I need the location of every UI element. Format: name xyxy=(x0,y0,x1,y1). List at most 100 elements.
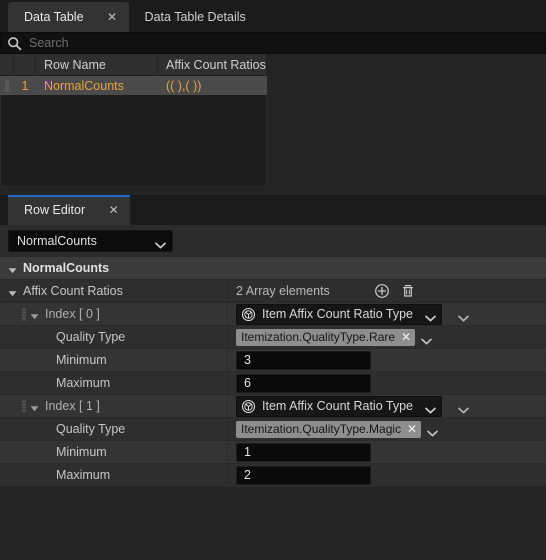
table-row[interactable]: 1 NormalCounts (( ),( )) xyxy=(0,76,267,95)
chevron-down-icon xyxy=(425,311,436,321)
field-row-quality-type[interactable]: Quality Type Itemization.QualityType.Rar… xyxy=(0,326,546,349)
header-grip-column xyxy=(0,53,14,76)
struct-header-label: NormalCounts xyxy=(23,261,110,275)
field-label: Maximum xyxy=(56,468,111,482)
expand-triangle-icon[interactable] xyxy=(30,310,39,319)
cell-affix-count-ratios[interactable]: (( ),( )) xyxy=(158,76,267,95)
field-value-cell: Itemization.QualityType.Rare ✕ xyxy=(228,326,546,348)
array-property-left: Affix Count Ratios xyxy=(0,280,228,302)
array-property-right: 2 Array elements xyxy=(228,280,546,302)
data-table-spacer xyxy=(0,187,546,195)
editor-tab-strip: Data Table ✕ Data Table Details xyxy=(0,0,546,32)
tab-data-table-details[interactable]: Data Table Details xyxy=(129,2,264,32)
data-table-panel: Search Row Name Affix Count Ratios 1 Nor… xyxy=(0,32,546,195)
close-icon[interactable]: ✕ xyxy=(106,11,119,24)
array-element-right: Item Affix Count Ratio Type xyxy=(228,395,546,417)
expand-triangle-icon[interactable] xyxy=(8,264,17,273)
array-element-row[interactable]: Index [ 1 ] Item Affix Count Ratio Type xyxy=(0,395,546,418)
row-index: 1 xyxy=(21,78,29,93)
field-value-cell: 6 xyxy=(228,372,546,394)
element-options-chevron-icon[interactable] xyxy=(458,403,469,413)
grip-dots-icon xyxy=(5,79,9,92)
search-input[interactable]: Search xyxy=(0,32,546,54)
gameplay-tag-pill[interactable]: Itemization.QualityType.Magic ✕ xyxy=(236,420,422,438)
column-header-affix-count-ratios[interactable]: Affix Count Ratios xyxy=(158,53,267,76)
chevron-down-icon xyxy=(155,238,166,248)
gameplay-tag-pill[interactable]: Itemization.QualityType.Rare ✕ xyxy=(236,328,416,346)
struct-type-dropdown[interactable]: Item Affix Count Ratio Type xyxy=(236,395,442,417)
chevron-down-icon[interactable] xyxy=(427,426,438,436)
row-selector-value: NormalCounts xyxy=(17,234,97,248)
array-property-label: Affix Count Ratios xyxy=(23,284,123,298)
maximum-input[interactable]: 6 xyxy=(236,373,371,393)
array-property-row[interactable]: Affix Count Ratios 2 Array elements xyxy=(0,280,546,303)
cell-row-name[interactable]: NormalCounts xyxy=(36,76,158,95)
clear-tag-icon[interactable]: ✕ xyxy=(406,423,418,435)
array-element-right: Item Affix Count Ratio Type xyxy=(228,303,546,325)
struct-type-dropdown[interactable]: Item Affix Count Ratio Type xyxy=(236,303,442,325)
clear-tag-icon[interactable]: ✕ xyxy=(400,331,412,343)
data-table-editor-window: Data Table ✕ Data Table Details Search R… xyxy=(0,0,546,560)
row-drag-handle-icon[interactable] xyxy=(0,76,14,95)
chevron-down-icon xyxy=(425,403,436,413)
field-label: Quality Type xyxy=(56,330,126,344)
row-selector-area: NormalCounts xyxy=(0,225,546,257)
expand-triangle-icon[interactable] xyxy=(8,287,17,296)
drag-handle-icon[interactable] xyxy=(22,399,26,413)
tab-row-editor[interactable]: Row Editor ✕ xyxy=(8,195,131,225)
array-element-left: Index [ 0 ] xyxy=(0,303,228,325)
tab-data-table[interactable]: Data Table ✕ xyxy=(8,2,129,32)
gameplay-tag-value: Itemization.QualityType.Magic xyxy=(241,422,402,436)
field-row-minimum[interactable]: Minimum 3 xyxy=(0,349,546,372)
struct-type-label: Item Affix Count Ratio Type xyxy=(262,307,414,321)
column-header-row-name[interactable]: Row Name xyxy=(36,53,158,76)
array-element-index-label: Index [ 0 ] xyxy=(45,307,100,321)
close-icon[interactable]: ✕ xyxy=(107,204,120,217)
field-label-cell: Maximum xyxy=(0,372,228,394)
struct-type-label: Item Affix Count Ratio Type xyxy=(262,399,414,413)
field-value-cell: Itemization.QualityType.Magic ✕ xyxy=(228,418,546,440)
data-table-empty-area xyxy=(0,95,267,187)
field-label: Minimum xyxy=(56,445,107,459)
field-row-maximum[interactable]: Maximum 2 xyxy=(0,464,546,487)
plus-circle-icon[interactable] xyxy=(374,283,390,299)
field-value-cell: 3 xyxy=(228,349,546,371)
field-row-maximum[interactable]: Maximum 6 xyxy=(0,372,546,395)
field-label: Maximum xyxy=(56,376,111,390)
drag-handle-icon[interactable] xyxy=(22,307,26,321)
row-editor-tab-strip: Row Editor ✕ xyxy=(0,195,546,225)
field-label-cell: Minimum xyxy=(0,349,228,371)
details-panel-filler xyxy=(0,487,546,517)
array-element-count: 2 Array elements xyxy=(236,284,330,298)
field-value-cell: 1 xyxy=(228,441,546,463)
expand-triangle-icon[interactable] xyxy=(30,402,39,411)
field-label-cell: Quality Type xyxy=(0,418,228,440)
array-element-row[interactable]: Index [ 0 ] Item Affix Count Ratio Type xyxy=(0,303,546,326)
struct-header-row[interactable]: NormalCounts xyxy=(0,257,546,280)
field-label: Minimum xyxy=(56,353,107,367)
minimum-input[interactable]: 3 xyxy=(236,350,371,370)
minimum-input[interactable]: 1 xyxy=(236,442,371,462)
header-index-column xyxy=(14,53,36,76)
tab-data-table-label: Data Table xyxy=(24,10,84,24)
chevron-down-icon[interactable] xyxy=(421,334,432,344)
field-label-cell: Quality Type xyxy=(0,326,228,348)
field-row-quality-type[interactable]: Quality Type Itemization.QualityType.Mag… xyxy=(0,418,546,441)
struct-header-left: NormalCounts xyxy=(0,257,546,279)
element-options-chevron-icon[interactable] xyxy=(458,311,469,321)
trash-icon[interactable] xyxy=(400,283,416,299)
field-row-minimum[interactable]: Minimum 1 xyxy=(0,441,546,464)
row-selector-dropdown[interactable]: NormalCounts xyxy=(8,230,173,252)
gameplay-tag-value: Itemization.QualityType.Rare xyxy=(241,330,396,344)
search-icon xyxy=(7,36,22,51)
tab-row-editor-label: Row Editor xyxy=(24,203,86,217)
search-placeholder: Search xyxy=(29,36,69,50)
array-element-left: Index [ 1 ] xyxy=(0,395,228,417)
struct-globe-icon xyxy=(241,399,256,414)
struct-globe-icon xyxy=(241,307,256,322)
field-value-cell: 2 xyxy=(228,464,546,486)
maximum-input[interactable]: 2 xyxy=(236,465,371,485)
field-label-cell: Minimum xyxy=(0,441,228,463)
array-element-index-label: Index [ 1 ] xyxy=(45,399,100,413)
field-label: Quality Type xyxy=(56,422,126,436)
